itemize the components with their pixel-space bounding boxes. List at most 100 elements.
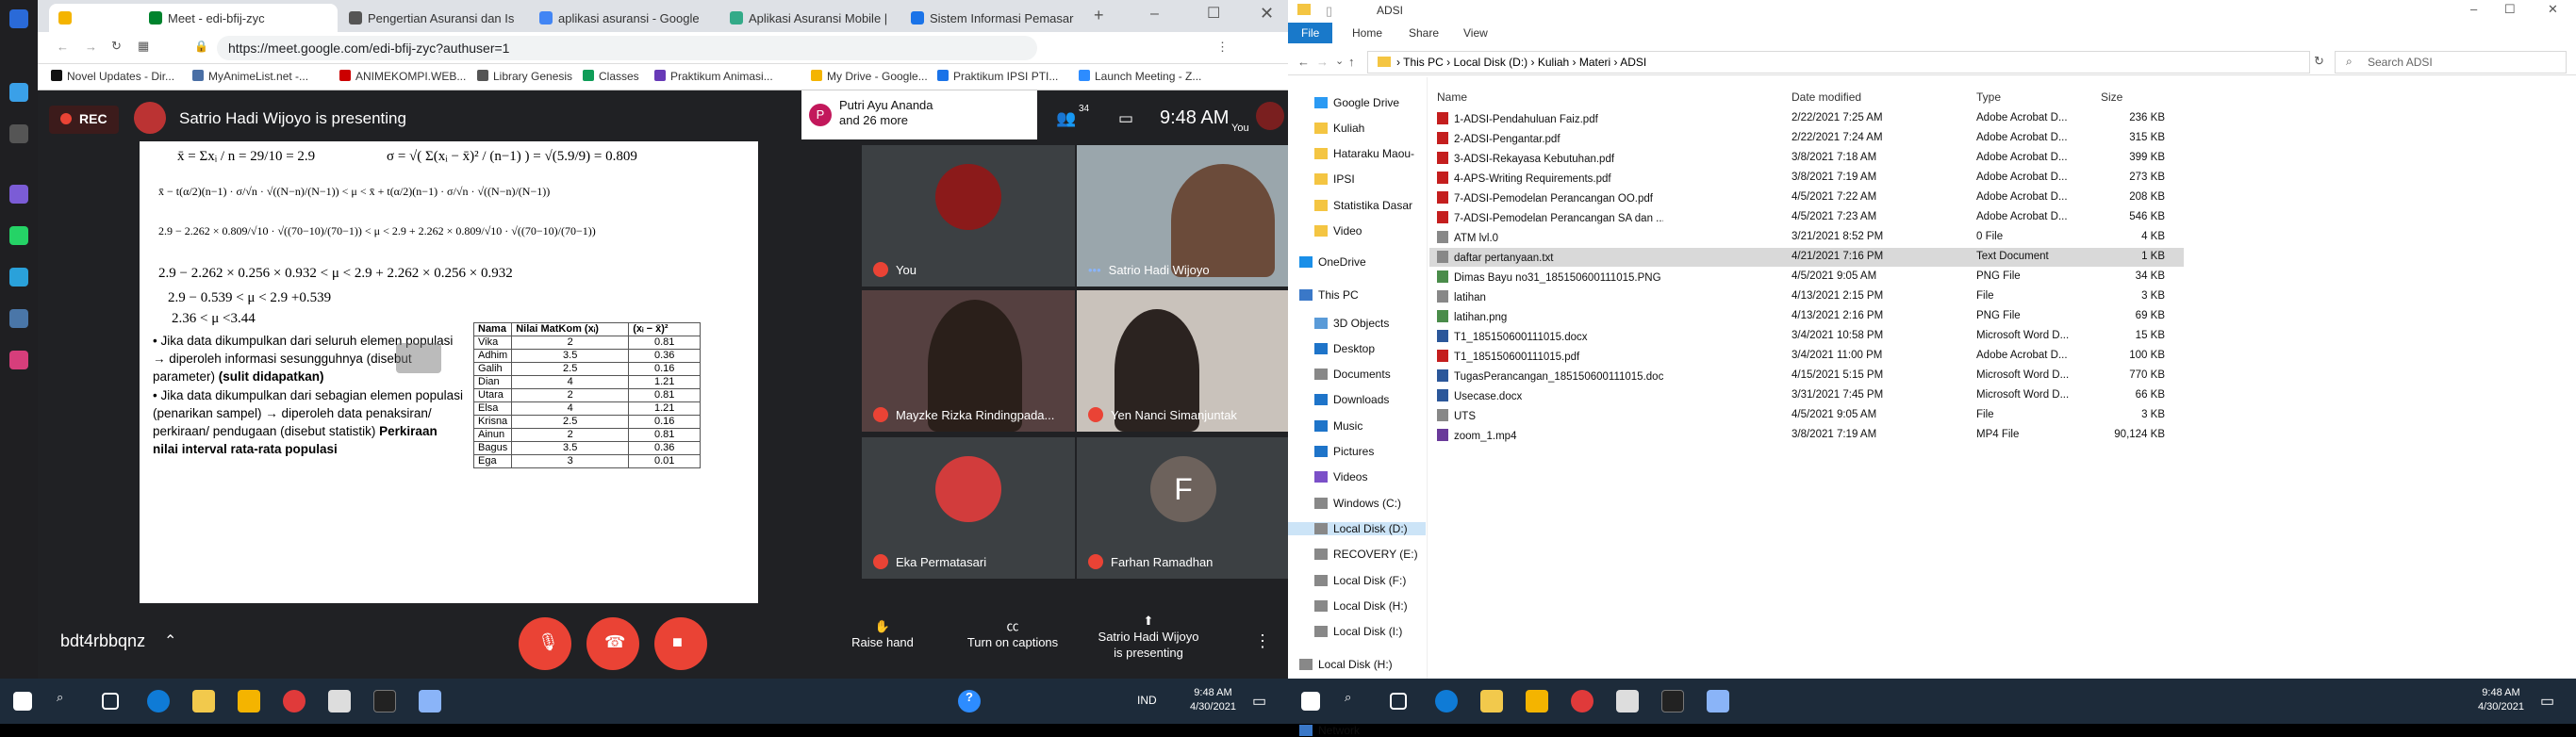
breadcrumb-item[interactable]: Kuliah	[1538, 56, 1569, 69]
chevron-up-icon[interactable]: ⌃	[164, 631, 176, 650]
minimize-icon[interactable]: –	[1150, 6, 1159, 23]
task-view-icon[interactable]	[102, 693, 119, 710]
ribbon-file[interactable]: File	[1288, 23, 1333, 43]
presenting-button[interactable]: ⬆ Satrio Hadi Wijoyo is presenting	[1092, 613, 1205, 661]
file-row[interactable]: 4-APS-Writing Requirements.pdf 3/8/2021 7…	[1429, 169, 2184, 188]
nav-item[interactable]: Downloads	[1314, 393, 1389, 406]
breadcrumb-item[interactable]: ADSI	[1620, 56, 1646, 69]
nav-item[interactable]: Desktop	[1314, 342, 1375, 355]
nav-item[interactable]: This PC	[1299, 288, 1359, 302]
nav-item[interactable]: Windows (C:)	[1314, 497, 1401, 510]
captions-button[interactable]: ㏄ Turn on captions	[956, 618, 1069, 650]
reload-icon[interactable]: ↻	[111, 39, 122, 54]
lock-icon[interactable]: 🔒	[194, 40, 208, 53]
minimize-icon[interactable]: –	[2470, 2, 2477, 16]
maximize-icon[interactable]: ☐	[2504, 2, 2516, 17]
url-input[interactable]: https://meet.google.com/edi-bfij-zyc?aut…	[217, 36, 1037, 60]
opera-icon[interactable]	[1571, 690, 1593, 712]
more-options-icon[interactable]: ⋮	[1254, 631, 1271, 651]
whatsapp-icon[interactable]	[9, 226, 28, 245]
raise-hand-button[interactable]: ✋ Raise hand	[835, 618, 930, 650]
nav-item[interactable]: Kuliah	[1314, 122, 1364, 135]
bookmark[interactable]: My Drive - Google...	[811, 70, 928, 83]
messenger-icon[interactable]	[9, 185, 28, 204]
tab-meet[interactable]: Meet - edi-bfij-zyc	[140, 4, 338, 32]
mic-button[interactable]: 🎙	[519, 617, 571, 670]
breadcrumb-item[interactable]: Materi	[1579, 56, 1610, 69]
nav-item[interactable]: Video	[1314, 224, 1362, 237]
nav-item[interactable]: RECOVERY (E:)	[1314, 548, 1418, 561]
app-icon[interactable]	[373, 690, 396, 712]
participant-tile[interactable]: Eka Permatasari	[862, 437, 1075, 579]
file-row[interactable]: zoom_1.mp4 3/8/2021 7:19 AM MP4 File 90,124…	[1429, 426, 2184, 445]
nav-item[interactable]: Google Drive	[1314, 96, 1399, 109]
nav-item[interactable]: Documents	[1314, 368, 1391, 381]
participant-tile[interactable]: F Farhan Ramadhan	[1077, 437, 1290, 579]
nav-item[interactable]: Local Disk (H:)	[1314, 599, 1408, 613]
chat-icon[interactable]: ▭	[1118, 109, 1133, 128]
file-row[interactable]: 3-ADSI-Rekayasa Kebutuhan.pdf 3/8/2021 7:…	[1429, 149, 2184, 168]
ribbon-home[interactable]: Home	[1352, 26, 1382, 40]
app-icon[interactable]	[419, 690, 441, 712]
store-icon[interactable]	[192, 690, 215, 712]
column-size[interactable]: Size	[2101, 90, 2122, 104]
participant-tile[interactable]: Yen Nanci Simanjuntak	[1077, 290, 1290, 432]
store-icon[interactable]	[1480, 690, 1503, 712]
file-row[interactable]: Dimas Bayu no31_185150600111015.PNG 4/5/2…	[1429, 268, 2184, 287]
tab-4[interactable]: Aplikasi Asuransi Mobile |	[720, 4, 909, 32]
people-chip[interactable]: P Putri Ayu Ananda and 26 more	[801, 90, 1037, 139]
file-row[interactable]: T1_185150600111015.pdf 3/4/2021 11:00 PM A…	[1429, 347, 2184, 366]
app-icon[interactable]	[9, 124, 28, 143]
search-icon[interactable]: ⌕	[1345, 690, 1367, 712]
notification-icon[interactable]: ▭	[1252, 692, 1266, 711]
search-icon[interactable]: ⌕	[57, 690, 79, 712]
instagram-icon[interactable]	[9, 351, 28, 369]
app-icon[interactable]	[328, 690, 351, 712]
nav-item[interactable]: Music	[1314, 419, 1362, 433]
column-type[interactable]: Type	[1976, 90, 2001, 104]
vk-icon[interactable]	[9, 309, 28, 328]
participant-tile[interactable]: Mayzke Rizka Rindingpada...	[862, 290, 1075, 432]
leave-call-button[interactable]: ☎	[586, 617, 639, 670]
bookmark[interactable]: Classes	[583, 70, 639, 83]
nav-item[interactable]: IPSI	[1314, 172, 1355, 186]
back-icon[interactable]: ←	[1297, 55, 1310, 69]
bookmark[interactable]: MyAnimeList.net -...	[192, 70, 308, 83]
file-row[interactable]: 7-ADSI-Pemodelan Perancangan SA dan ... 4…	[1429, 208, 2184, 227]
tab-3[interactable]: aplikasi asuransi - Google	[530, 4, 718, 32]
app-icon[interactable]	[9, 9, 28, 28]
notification-icon[interactable]: ▭	[2540, 692, 2554, 711]
bookmark[interactable]: Launch Meeting - Z...	[1079, 70, 1201, 83]
close-icon[interactable]: ✕	[1260, 4, 1274, 24]
ribbon-view[interactable]: View	[1463, 26, 1488, 40]
app-icon[interactable]	[1707, 690, 1729, 712]
nav-item[interactable]: Local Disk (I:)	[1314, 625, 1402, 638]
nav-item[interactable]: Local Disk (H:)	[1299, 658, 1393, 671]
clock[interactable]: 9:48 AM 4/30/2021	[1190, 686, 1236, 714]
bookmark[interactable]: Praktikum IPSI PTI...	[937, 70, 1058, 83]
edge-icon[interactable]	[1435, 690, 1458, 712]
apps-icon[interactable]: ▦	[138, 39, 149, 54]
people-icon[interactable]: 👥	[1056, 109, 1076, 128]
file-row[interactable]: 1-ADSI-Pendahuluan Faiz.pdf 2/22/2021 7:2…	[1429, 109, 2184, 128]
file-row[interactable]: UTS 4/5/2021 9:05 AM File 3 KB	[1429, 406, 2184, 425]
maximize-icon[interactable]: ☐	[1207, 4, 1220, 23]
nav-item[interactable]: Statistika Dasar	[1314, 199, 1412, 212]
file-row[interactable]: 2-ADSI-Pengantar.pdf 2/22/2021 7:24 AM Ado…	[1429, 129, 2184, 148]
file-row[interactable]: TugasPerancangan_185150600111015.docx 4/1…	[1429, 367, 2184, 385]
column-date[interactable]: Date modified	[1792, 90, 1861, 104]
file-row[interactable]: ATM lvl.0 3/21/2021 8:52 PM 0 File 4 KB	[1429, 228, 2184, 247]
forward-icon[interactable]: →	[1316, 55, 1329, 69]
bookmark[interactable]: Novel Updates - Dir...	[51, 70, 174, 83]
task-view-icon[interactable]	[1390, 693, 1407, 710]
file-row[interactable]: daftar pertanyaan.txt 4/21/2021 7:16 PM Te…	[1429, 248, 2184, 267]
up-icon[interactable]: ↑	[1348, 55, 1355, 69]
nav-item[interactable]: Hataraku Maou-	[1314, 147, 1414, 160]
path-breadcrumb[interactable]: › This PC › Local Disk (D:) › Kuliah › M…	[1367, 51, 2310, 74]
refresh-icon[interactable]: ↻	[2314, 54, 2324, 69]
breadcrumb-item[interactable]: Local Disk (D:)	[1453, 56, 1527, 69]
tab-5[interactable]: Sistem Informasi Pemasar	[901, 4, 1090, 32]
participant-tile[interactable]: You	[862, 145, 1075, 287]
file-row[interactable]: T1_185150600111015.docx 3/4/2021 10:58 PM…	[1429, 327, 2184, 346]
bookmark[interactable]: Library Genesis	[477, 70, 572, 83]
